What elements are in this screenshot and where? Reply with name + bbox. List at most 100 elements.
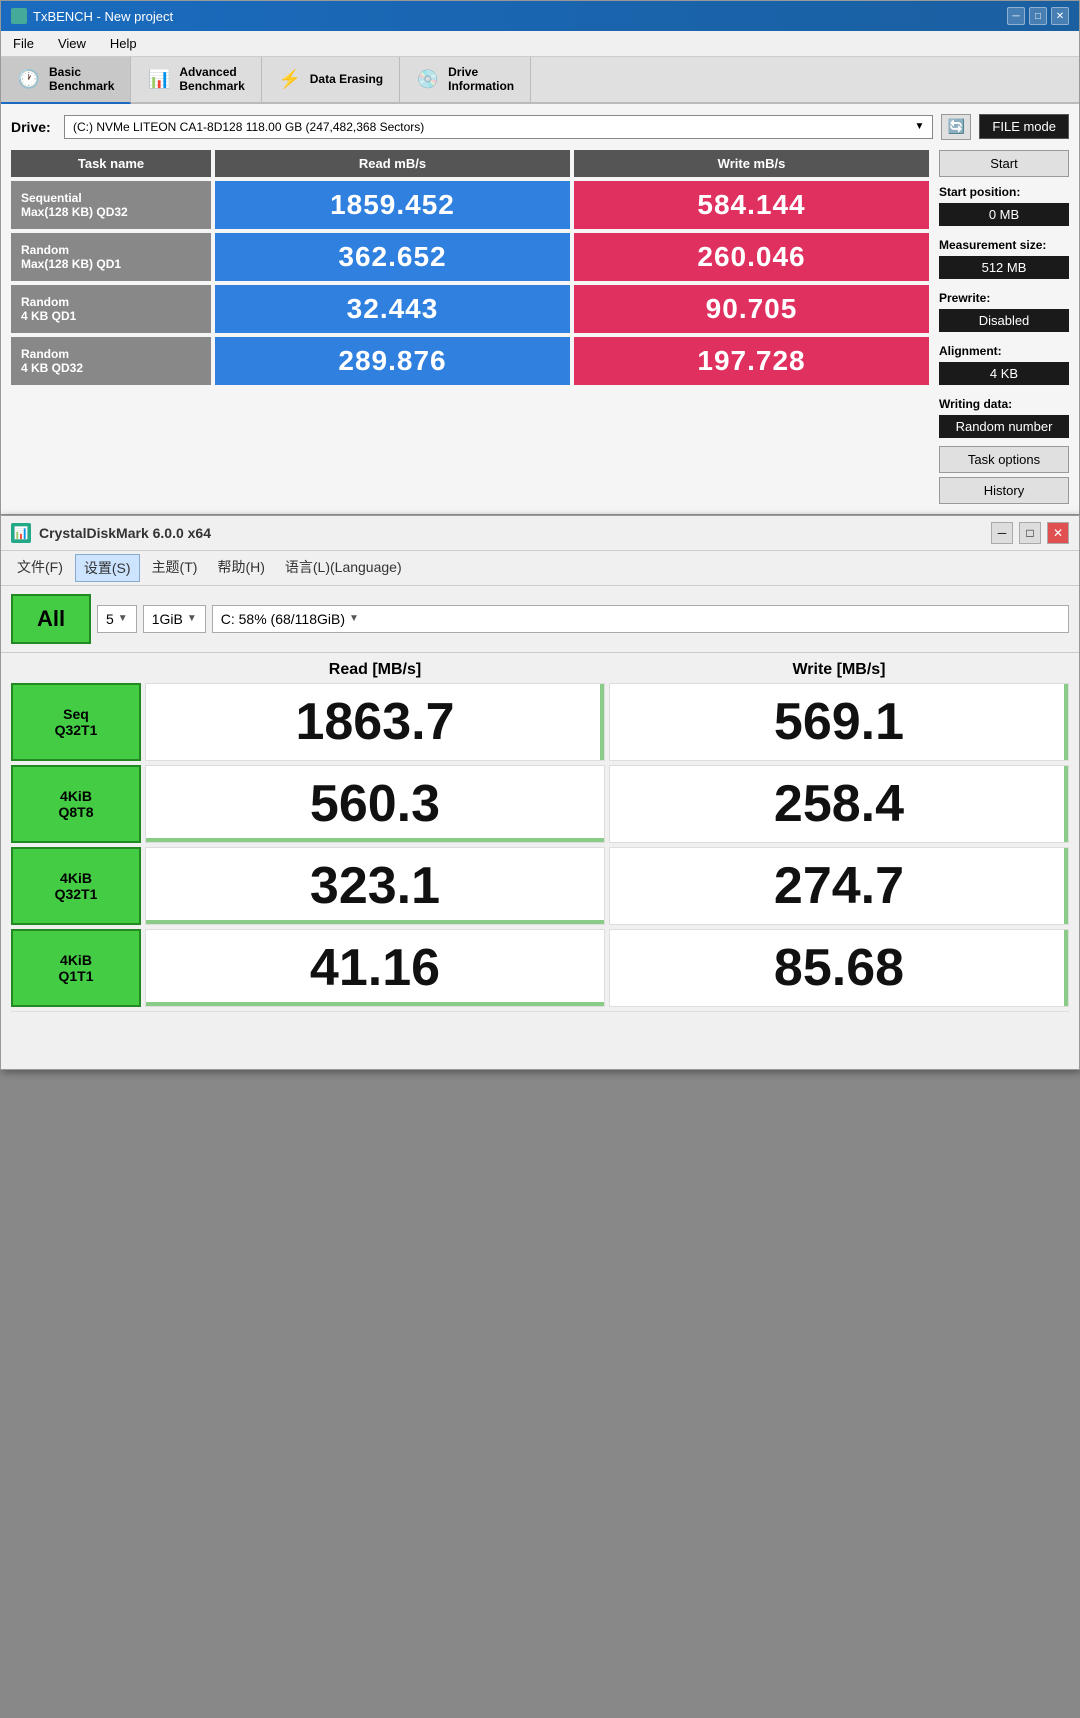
cdm-4kib-q32t1-write: 274.7 [609,847,1069,925]
cdm-seq-label1: Seq [55,706,98,722]
bench-row-rand128-label2: Max(128 KB) QD1 [21,257,121,271]
bench-row-rand4k-label1: Random [21,295,76,309]
txbench-title: TxBENCH - New project [33,9,173,24]
bench-row-seq-label2: Max(128 KB) QD32 [21,205,128,219]
cdm-count-arrow-icon: ▼ [118,613,128,624]
advanced-benchmark-label2: Benchmark [179,79,244,93]
txbench-menu-bar: File View Help [1,31,1079,57]
clock-icon: 🕐 [17,67,41,91]
txbench-main: Drive: (C:) NVMe LITEON CA1-8D128 118.00… [1,104,1079,514]
menu-view[interactable]: View [54,34,90,53]
minimize-button[interactable]: ─ [1007,7,1025,25]
tab-basic-benchmark[interactable]: 🕐 Basic Benchmark [1,57,131,104]
cdm-4kib-q32t1-label1: 4KiB [55,870,98,886]
writing-data-value: Random number [939,415,1069,438]
cdm-size-value: 1GiB [152,611,183,627]
drive-label: Drive: [11,119,56,135]
cdm-seq-read: 1863.7 [145,683,605,761]
data-erasing-label: Data Erasing [310,72,383,86]
col-header-task: Task name [11,150,211,177]
bench-row-rand4k-qd1: Random 4 KB QD1 32.443 90.705 [11,285,929,333]
chart-icon: 📊 [147,67,171,91]
cdm-all-button[interactable]: All [11,594,91,644]
measurement-size-value: 512 MB [939,256,1069,279]
menu-help[interactable]: Help [106,34,141,53]
cdm-menu-settings[interactable]: 设置(S) [75,554,140,582]
cdm-minimize-button[interactable]: ─ [991,522,1013,544]
cdm-menu-bar: 文件(F) 设置(S) 主题(T) 帮助(H) 语言(L)(Language) [1,551,1079,586]
cdm-4kib-q32t1-label2: Q32T1 [55,886,98,902]
cdm-maximize-button[interactable]: □ [1019,522,1041,544]
bench-row-rand4kqd32-label1: Random [21,347,83,361]
drive-icon: 💿 [416,67,440,91]
bench-row-rand-128: Random Max(128 KB) QD1 362.652 260.046 [11,233,929,281]
maximize-button[interactable]: □ [1029,7,1047,25]
txbench-app-icon [11,8,27,24]
close-button[interactable]: ✕ [1051,7,1069,25]
prewrite-label: Prewrite: [939,291,1069,305]
cdm-size-arrow-icon: ▼ [187,613,197,624]
bench-row-seq: Sequential Max(128 KB) QD32 1859.452 584… [11,181,929,229]
cdm-seq-label2: Q32T1 [55,722,98,738]
tab-advanced-benchmark[interactable]: 📊 Advanced Benchmark [131,57,261,102]
drive-select-value: (C:) NVMe LITEON CA1-8D128 118.00 GB (24… [73,120,424,134]
file-mode-button[interactable]: FILE mode [979,114,1069,139]
cdm-drive-arrow-icon: ▼ [349,613,359,624]
tab-data-erasing[interactable]: ⚡ Data Erasing [262,57,400,102]
bench-row-rand4k-label2: 4 KB QD1 [21,309,76,323]
cdm-drive-value: C: 58% (68/118GiB) [221,611,345,627]
col-header-write: Write mB/s [574,150,929,177]
measurement-size-label: Measurement size: [939,238,1069,252]
txbench-title-bar: TxBENCH - New project ─ □ ✕ [1,1,1079,31]
bench-row-rand4kqd32-label2: 4 KB QD32 [21,361,83,375]
drive-select-dropdown[interactable]: (C:) NVMe LITEON CA1-8D128 118.00 GB (24… [64,115,933,139]
drive-dropdown-arrow-icon: ▼ [915,121,925,132]
txbench-window: TxBENCH - New project ─ □ ✕ File View He… [0,0,1080,515]
cdm-4kib-q1t1-read: 41.16 [145,929,605,1007]
cdm-4kib-q8t8-write: 258.4 [609,765,1069,843]
cdm-bottom-area [11,1011,1069,1061]
cdm-main-grid: Read [MB/s] Write [MB/s] Seq Q32T1 1863.… [1,653,1079,1069]
advanced-benchmark-label1: Advanced [179,65,244,79]
writing-data-label: Writing data: [939,397,1069,411]
cdm-row-4kib-q32t1: 4KiB Q32T1 323.1 274.7 [11,847,1069,925]
task-options-button[interactable]: Task options [939,446,1069,473]
start-button[interactable]: Start [939,150,1069,177]
cdm-menu-file[interactable]: 文件(F) [9,554,71,582]
cdm-4kib-q1t1-label2: Q1T1 [58,968,93,984]
cdm-menu-help[interactable]: 帮助(H) [209,554,272,582]
cdm-drive-select[interactable]: C: 58% (68/118GiB) ▼ [212,605,1069,633]
bench-row-rand4k-read: 32.443 [215,285,570,333]
cdm-seq-write: 569.1 [609,683,1069,761]
txbench-toolbar: 🕐 Basic Benchmark 📊 Advanced Benchmark ⚡… [1,57,1079,104]
col-header-read: Read mB/s [215,150,570,177]
benchmark-section: Task name Read mB/s Write mB/s Sequentia… [11,150,1069,504]
cdm-size-select[interactable]: 1GiB ▼ [143,605,206,633]
cdm-count-select[interactable]: 5 ▼ [97,605,137,633]
cdm-4kib-q8t8-label2: Q8T8 [58,804,93,820]
benchmark-table: Task name Read mB/s Write mB/s Sequentia… [11,150,929,504]
cdm-4kib-q8t8-label1: 4KiB [58,788,93,804]
bench-row-seq-label1: Sequential [21,191,128,205]
cdm-menu-language[interactable]: 语言(L)(Language) [277,554,410,582]
bench-row-rand128-label1: Random [21,243,121,257]
cdm-menu-theme[interactable]: 主题(T) [144,554,206,582]
drive-info-label2: Information [448,79,514,93]
prewrite-value: Disabled [939,309,1069,332]
cdm-row-seq: Seq Q32T1 1863.7 569.1 [11,683,1069,761]
cdm-close-button[interactable]: ✕ [1047,522,1069,544]
tab-drive-information[interactable]: 💿 Drive Information [400,57,531,102]
cdm-4kib-q1t1-label1: 4KiB [58,952,93,968]
menu-file[interactable]: File [9,34,38,53]
start-position-value: 0 MB [939,203,1069,226]
right-panel: Start Start position: 0 MB Measurement s… [939,150,1069,504]
drive-row: Drive: (C:) NVMe LITEON CA1-8D128 118.00… [11,114,1069,140]
cdm-toolbar: All 5 ▼ 1GiB ▼ C: 58% (68/118GiB) ▼ [1,586,1079,653]
start-position-label: Start position: [939,185,1069,199]
drive-refresh-button[interactable]: 🔄 [941,114,971,140]
history-button[interactable]: History [939,477,1069,504]
bench-row-rand4k-qd32: Random 4 KB QD32 289.876 197.728 [11,337,929,385]
cdm-row-4kib-q1t1: 4KiB Q1T1 41.16 85.68 [11,929,1069,1007]
erase-icon: ⚡ [278,67,302,91]
cdm-app-icon: 📊 [11,523,31,543]
